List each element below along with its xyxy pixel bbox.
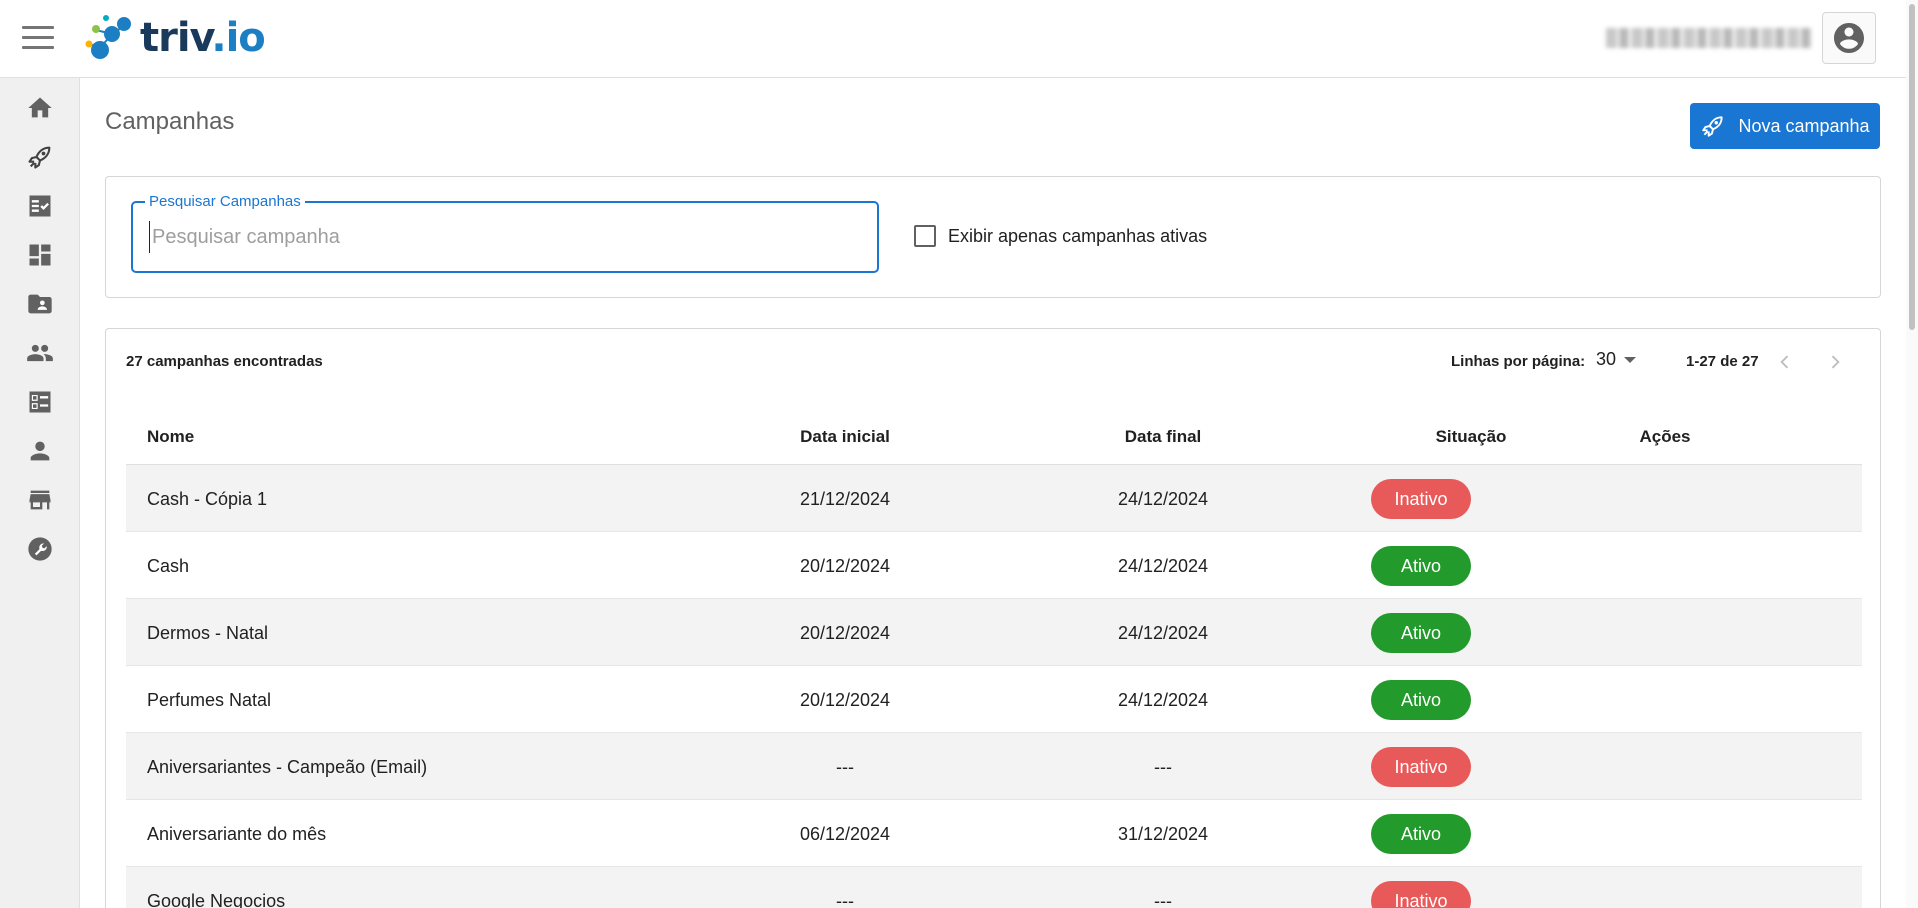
column-header-data-inicial[interactable]: Data inicial [800, 427, 890, 447]
cell-data-inicial: 20/12/2024 [799, 623, 891, 643]
active-only-label: Exibir apenas campanhas ativas [948, 225, 1208, 246]
column-header-acoes: Ações [1639, 427, 1691, 446]
caret-down-icon [1624, 356, 1637, 363]
search-input[interactable] [149, 221, 849, 253]
rocket-icon [28, 146, 51, 169]
next-page-button[interactable] [1820, 347, 1850, 377]
filter-card: Pesquisar Campanhas Exibir apenas campan… [105, 176, 1881, 298]
sidebar [0, 78, 80, 908]
active-only-checkbox[interactable] [914, 225, 936, 247]
sidebar-item-tasks[interactable] [24, 190, 56, 222]
cell-data-inicial: 20/12/2024 [799, 556, 891, 576]
sidebar-item-lists[interactable] [24, 386, 56, 418]
cell-data-final: 24/12/2024 [1117, 489, 1209, 509]
rows-per-page-label: Linhas por página: [1451, 353, 1586, 370]
table-row[interactable]: Aniversariante do mês 06/12/2024 31/12/2… [126, 800, 1862, 867]
page-scrollbar[interactable] [1906, 0, 1918, 908]
cell-nome: Cash - Cópia 1 [147, 489, 268, 509]
sidebar-item-groups[interactable] [24, 337, 56, 369]
column-header-situacao[interactable]: Situação [1436, 427, 1507, 447]
cell-data-final: 24/12/2024 [1117, 556, 1209, 576]
status-badge: Inativo [1371, 479, 1471, 519]
logo-molecule-icon [85, 15, 131, 59]
menu-icon[interactable] [22, 26, 54, 50]
cell-nome: Aniversariante do mês [147, 824, 327, 844]
scrollbar-thumb[interactable] [1909, 4, 1915, 330]
build-circle-icon [28, 537, 52, 561]
cell-data-inicial: 06/12/2024 [799, 824, 891, 844]
checklist-icon [29, 195, 51, 217]
campaigns-table-card: 27 campanhas encontradas Linhas por pági… [105, 328, 1881, 908]
cell-data-inicial: --- [836, 757, 854, 777]
sidebar-item-home[interactable] [24, 92, 56, 124]
cell-data-inicial: 21/12/2024 [799, 489, 891, 509]
status-badge: Inativo [1371, 881, 1471, 908]
new-campaign-button[interactable]: Nova campanha [1690, 103, 1880, 149]
column-header-nome[interactable]: Nome [147, 427, 194, 447]
table-row[interactable]: Dermos - Natal 20/12/2024 24/12/2024 Ati… [126, 599, 1862, 666]
results-count: 27 campanhas encontradas [126, 353, 323, 370]
cell-nome: Aniversariantes - Campeão (Email) [147, 757, 428, 777]
rocket-icon [1702, 116, 1724, 137]
pagination-range: 1-27 de 27 [1686, 353, 1759, 370]
table-row[interactable]: Cash - Cópia 1 21/12/2024 24/12/2024 Ina… [126, 465, 1862, 532]
home-icon [28, 97, 52, 118]
sidebar-item-contacts-folder[interactable] [24, 288, 56, 320]
cell-data-final: 24/12/2024 [1117, 690, 1209, 710]
person-icon [30, 441, 50, 461]
page-title: Campanhas [105, 108, 235, 135]
cell-data-inicial: --- [836, 891, 854, 908]
cell-nome: Dermos - Natal [147, 623, 269, 643]
cell-nome: Perfumes Natal [147, 690, 272, 710]
table-header: Nome Data inicial Data final Situação Aç… [126, 409, 1862, 465]
status-badge: Ativo [1371, 546, 1471, 586]
account-button[interactable] [1822, 12, 1876, 64]
triv-logo[interactable]: triv.io [82, 12, 266, 64]
chevron-left-icon [1780, 355, 1789, 369]
cell-nome: Cash [147, 556, 190, 576]
status-badge: Ativo [1371, 613, 1471, 653]
previous-page-button[interactable] [1770, 347, 1800, 377]
cell-data-final: 24/12/2024 [1117, 623, 1209, 643]
table-body: Cash - Cópia 1 21/12/2024 24/12/2024 Ina… [126, 465, 1862, 908]
search-legend: Pesquisar Campanhas [145, 193, 305, 210]
sidebar-item-campaigns[interactable] [24, 141, 56, 173]
status-badge: Ativo [1371, 814, 1471, 854]
cell-data-final: 31/12/2024 [1117, 824, 1209, 844]
chevron-right-icon [1831, 355, 1840, 369]
folder-user-icon [28, 294, 52, 314]
sidebar-item-stores[interactable] [24, 484, 56, 516]
store-icon [29, 490, 51, 510]
table-row[interactable]: Cash 20/12/2024 24/12/2024 Ativo [126, 532, 1862, 599]
rows-per-page-value: 30 [1596, 349, 1617, 369]
list-alt-icon [29, 391, 51, 413]
top-app-bar: triv.io [0, 0, 1918, 78]
group-icon [27, 344, 53, 362]
table-row[interactable]: Google Negocios --- --- Inativo [126, 867, 1862, 908]
user-name-redacted [1606, 28, 1812, 48]
logo-text: triv.io [140, 15, 266, 61]
cell-data-final: --- [1154, 757, 1172, 777]
cell-data-final: --- [1154, 891, 1172, 908]
sidebar-item-tools[interactable] [24, 533, 56, 565]
sidebar-item-dashboard[interactable] [24, 239, 56, 271]
column-header-data-final[interactable]: Data final [1125, 427, 1202, 447]
new-campaign-label: Nova campanha [1738, 115, 1870, 136]
status-badge: Ativo [1371, 680, 1471, 720]
active-only-filter[interactable]: Exibir apenas campanhas ativas [914, 225, 1207, 247]
search-field: Pesquisar Campanhas [131, 193, 879, 273]
dashboard-icon [29, 244, 51, 266]
table-row[interactable]: Aniversariantes - Campeão (Email) --- --… [126, 733, 1862, 800]
account-circle-icon [1834, 23, 1864, 53]
cell-data-inicial: 20/12/2024 [799, 690, 891, 710]
sidebar-item-users[interactable] [24, 435, 56, 467]
rows-per-page-select[interactable]: 30 [1596, 349, 1637, 370]
status-badge: Inativo [1371, 747, 1471, 787]
table-row[interactable]: Perfumes Natal 20/12/2024 24/12/2024 Ati… [126, 666, 1862, 733]
cell-nome: Google Negocios [147, 891, 286, 908]
